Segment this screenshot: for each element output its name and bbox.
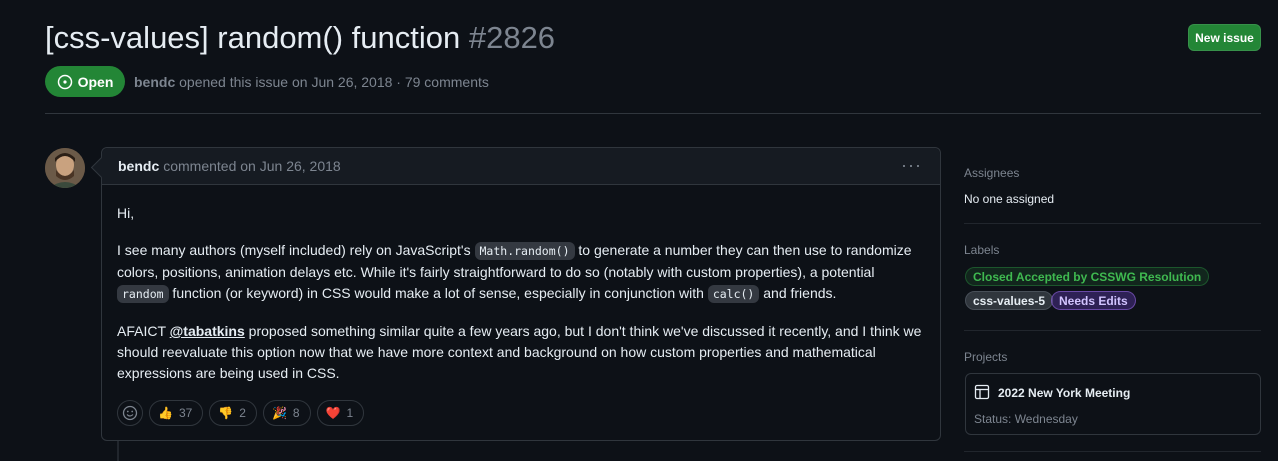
reaction-thumbs-up[interactable]: 👍 37: [149, 400, 204, 426]
project-card[interactable]: 2022 New York Meeting Status: Wednesday: [965, 373, 1261, 435]
reaction-count: 37: [178, 406, 193, 420]
new-issue-button[interactable]: New issue: [1188, 24, 1261, 51]
code-math-random: Math.random(): [474, 242, 575, 260]
text-fragment: I see many authors (myself included) rel…: [117, 242, 475, 258]
comment-meta[interactable]: commented on Jun 26, 2018: [163, 158, 340, 174]
issue-number: #2826: [468, 20, 556, 55]
party-popper-icon: 🎉: [271, 406, 287, 420]
issue-meta: bendc opened this issue on Jun 26, 2018 …: [134, 74, 489, 90]
label-closed-accepted[interactable]: Closed Accepted by CSSWG Resolution: [965, 267, 1210, 286]
code-calc: calc(): [707, 285, 760, 303]
comment-paragraph-2: AFAICT @tabatkins proposed something sim…: [117, 321, 925, 384]
mention-link[interactable]: @tabatkins: [170, 323, 245, 339]
issue-state-badge: Open: [45, 66, 125, 97]
comment-box: bendc commented on Jun 26, 2018 ··· Hi, …: [101, 147, 941, 441]
issue-state-label: Open: [77, 73, 114, 90]
heart-icon: ❤️: [325, 406, 341, 420]
reaction-count: 2: [239, 406, 246, 420]
comment-body: Hi, I see many authors (myself included)…: [102, 185, 940, 384]
reaction-heart[interactable]: ❤️ 1: [316, 400, 365, 426]
code-random: random: [117, 285, 169, 303]
comment-paragraph-1: I see many authors (myself included) rel…: [117, 240, 925, 305]
reaction-hooray[interactable]: 🎉 8: [262, 400, 311, 426]
text-fragment: AFAICT: [117, 323, 170, 339]
issue-open-icon: [57, 74, 72, 89]
label-needs-edits[interactable]: Needs Edits: [1051, 291, 1136, 310]
issue-author-link[interactable]: bendc: [134, 74, 175, 90]
projects-heading[interactable]: Projects: [964, 350, 1007, 364]
timeline-line: [117, 440, 119, 461]
avatar-image: [45, 148, 85, 188]
reaction-count: 1: [346, 406, 354, 420]
table-icon: [974, 384, 990, 400]
labels-heading[interactable]: Labels: [964, 243, 999, 257]
sidebar-divider: [964, 223, 1261, 224]
add-reaction-button[interactable]: [117, 400, 143, 426]
comment-greeting: Hi,: [117, 205, 135, 221]
text-fragment: function (or keyword) in CSS would make …: [168, 285, 708, 301]
issue-title-text: [css-values] random() function: [45, 20, 461, 55]
project-status: Status: Wednesday: [974, 412, 1078, 426]
avatar[interactable]: [45, 148, 85, 188]
thumbs-up-icon: 👍: [158, 406, 173, 420]
issue-title: [css-values] random() function #2826: [45, 20, 555, 56]
label-css-values-5[interactable]: css-values-5: [965, 291, 1054, 310]
reactions-bar: 👍 37 👎 2 🎉 8 ❤️ 1: [117, 400, 365, 426]
thumbs-down-icon: 👎: [218, 406, 234, 420]
sidebar-divider: [964, 330, 1261, 331]
issue-page: [css-values] random() function #2826 New…: [0, 0, 1278, 461]
project-name[interactable]: 2022 New York Meeting: [998, 386, 1130, 400]
smiley-icon: [122, 405, 138, 421]
kebab-menu-icon[interactable]: ···: [901, 156, 922, 174]
issue-meta-text: opened this issue on Jun 26, 2018 · 79 c…: [179, 74, 489, 90]
reaction-count: 8: [292, 406, 300, 420]
sidebar-divider: [964, 451, 1261, 452]
comment-author-link[interactable]: bendc: [118, 158, 159, 174]
header-divider: [45, 113, 1261, 114]
assignees-value: No one assigned: [964, 192, 1055, 206]
reaction-thumbs-down[interactable]: 👎 2: [209, 400, 257, 426]
assignees-heading[interactable]: Assignees: [964, 166, 1019, 180]
text-fragment: and friends.: [759, 285, 837, 301]
comment-header: bendc commented on Jun 26, 2018 ···: [102, 148, 940, 185]
